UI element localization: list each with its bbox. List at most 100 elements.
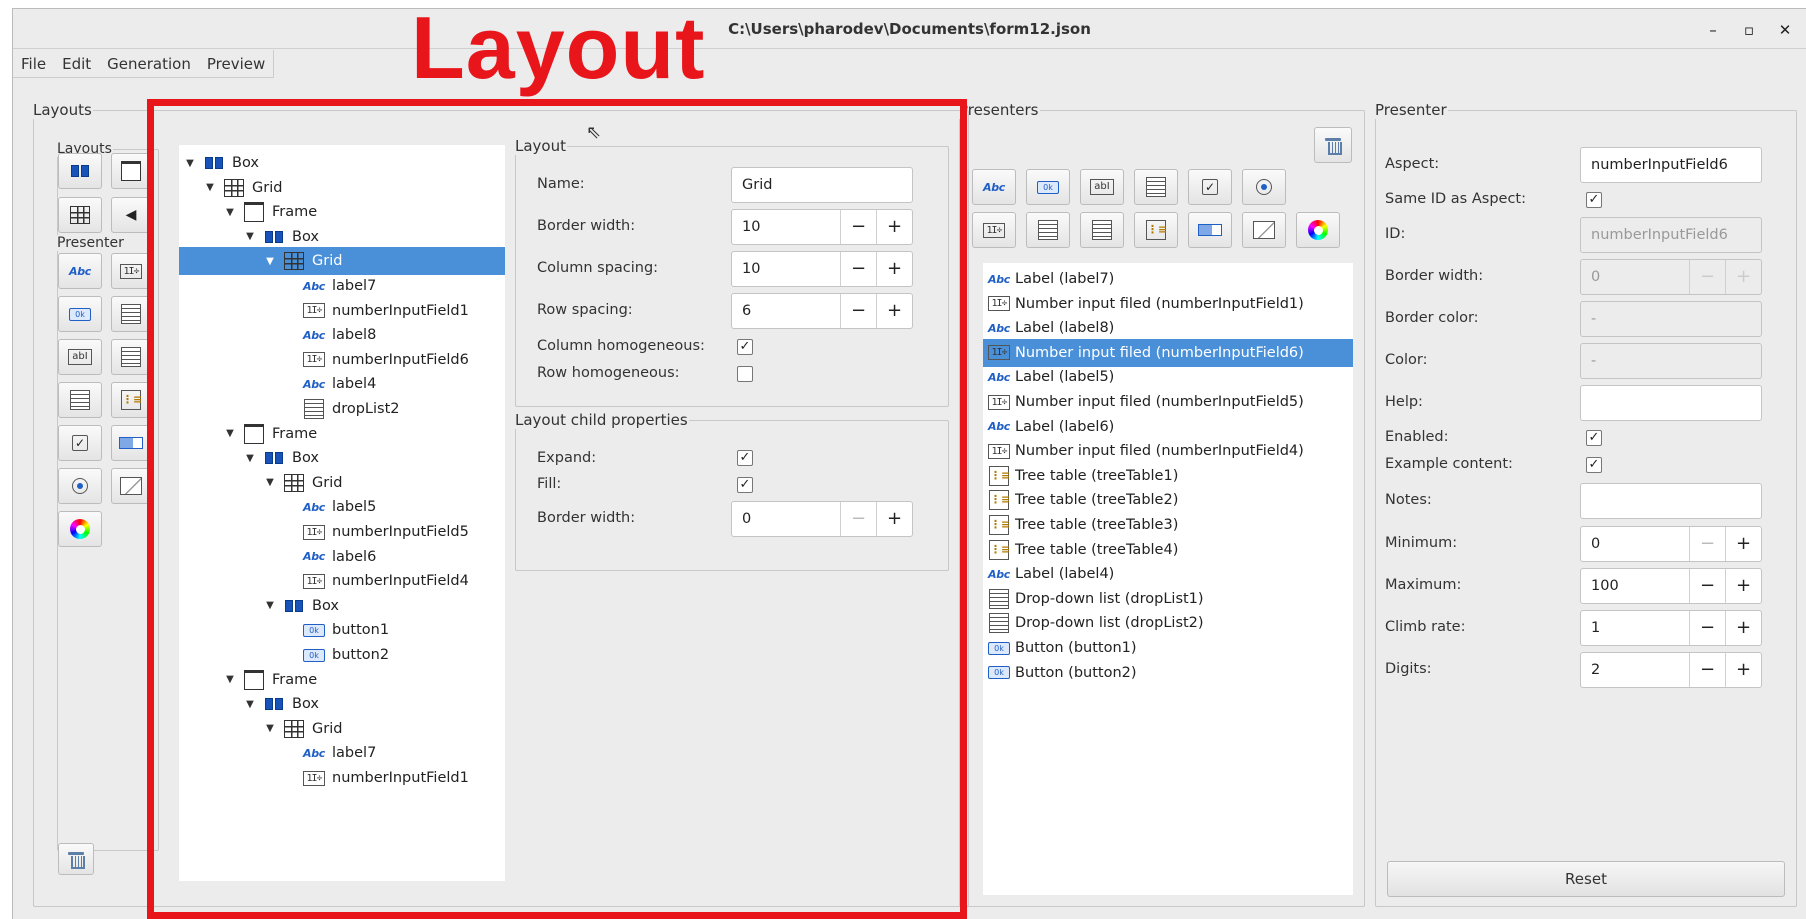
minimum-spinner[interactable]: 0− + <box>1580 526 1762 562</box>
minimize-button[interactable]: – <box>1703 20 1723 40</box>
add-color-picker-button[interactable] <box>1296 212 1340 248</box>
minimum-value[interactable]: 0 <box>1581 527 1689 561</box>
increment-button[interactable]: + <box>876 502 912 536</box>
add-text-input-button[interactable]: abI <box>1080 169 1124 205</box>
add-radio-button[interactable] <box>1242 169 1286 205</box>
add-text-editor-button[interactable] <box>111 339 151 375</box>
add-button-button[interactable]: 0k <box>1026 169 1070 205</box>
expander-icon[interactable]: ▼ <box>223 428 237 439</box>
expander-icon[interactable]: ▼ <box>263 477 277 488</box>
expander-icon[interactable]: ▼ <box>243 699 257 710</box>
expander-icon[interactable]: ▼ <box>183 158 197 169</box>
increment-button[interactable]: + <box>1725 653 1761 687</box>
increment-button[interactable]: + <box>876 252 912 286</box>
decrement-button[interactable]: − <box>840 210 876 244</box>
border-width-spinner[interactable]: 10− + <box>731 209 913 245</box>
decrement-button[interactable]: − <box>1689 260 1725 294</box>
reset-button[interactable]: Reset <box>1387 861 1785 897</box>
border-color-field[interactable]: - <box>1580 301 1762 337</box>
expander-icon[interactable]: ▼ <box>263 600 277 611</box>
expander-icon[interactable]: ▼ <box>243 231 257 242</box>
row-spacing-value[interactable]: 6 <box>732 294 840 328</box>
child-border-width-value[interactable]: 0 <box>732 502 840 536</box>
presenter-border-width-value[interactable]: 0 <box>1581 260 1689 294</box>
example-content-checkbox[interactable]: ✓ <box>1586 457 1602 473</box>
digits-spinner[interactable]: 2− + <box>1580 652 1762 688</box>
digits-value[interactable]: 2 <box>1581 653 1689 687</box>
add-image-button[interactable] <box>111 468 151 504</box>
column-spacing-spinner[interactable]: 10− + <box>731 251 913 287</box>
decrement-button[interactable]: − <box>840 502 876 536</box>
column-spacing-value[interactable]: 10 <box>732 252 840 286</box>
expander-icon[interactable]: ▼ <box>223 207 237 218</box>
expander-icon[interactable]: ▼ <box>263 256 277 267</box>
add-progress-button[interactable] <box>1188 212 1232 248</box>
decrement-button[interactable]: − <box>840 252 876 286</box>
maximum-spinner[interactable]: 100− + <box>1580 568 1762 604</box>
add-radio-button[interactable] <box>58 468 102 504</box>
add-text-area-button[interactable] <box>111 296 151 332</box>
decrement-button[interactable]: − <box>1689 653 1725 687</box>
menu-generation[interactable]: Generation <box>99 50 199 78</box>
climb-rate-value[interactable]: 1 <box>1581 611 1689 645</box>
add-drop-list-button[interactable] <box>58 382 102 418</box>
increment-button[interactable]: + <box>1725 611 1761 645</box>
climb-rate-spinner[interactable]: 1− + <box>1580 610 1762 646</box>
increment-button[interactable]: + <box>876 294 912 328</box>
decrement-button[interactable]: − <box>1689 569 1725 603</box>
name-field[interactable]: Grid <box>731 167 913 203</box>
notes-field[interactable] <box>1580 483 1762 519</box>
add-tree-table-button[interactable]: ⋮≡ <box>111 382 151 418</box>
decrement-button[interactable]: − <box>1689 527 1725 561</box>
add-drop-list-button[interactable] <box>1134 169 1178 205</box>
decrement-button[interactable]: − <box>1689 611 1725 645</box>
id-field[interactable]: numberInputField6 <box>1580 217 1762 253</box>
presenters-list[interactable]: Abc Label (label7) 1I÷ Number input filed (… <box>983 263 1353 895</box>
increment-button[interactable]: + <box>1725 527 1761 561</box>
add-text-area-button[interactable] <box>1026 212 1070 248</box>
add-tree-table-button[interactable]: ⋮≡ <box>1134 212 1178 248</box>
close-button[interactable]: ✕ <box>1775 20 1795 40</box>
add-box-button[interactable] <box>58 153 102 189</box>
expander-icon[interactable]: ▼ <box>243 453 257 464</box>
expand-checkbox[interactable]: ✓ <box>737 450 753 466</box>
maximum-value[interactable]: 100 <box>1581 569 1689 603</box>
add-text-editor-button[interactable] <box>1080 212 1124 248</box>
add-text-input-button[interactable]: abI <box>58 339 102 375</box>
add-label-button[interactable]: Abc <box>972 169 1016 205</box>
column-homogeneous-checkbox[interactable]: ✓ <box>737 339 753 355</box>
enabled-checkbox[interactable]: ✓ <box>1586 430 1602 446</box>
row-homogeneous-checkbox[interactable] <box>737 366 753 382</box>
menu-edit[interactable]: Edit <box>54 50 99 78</box>
expander-icon[interactable]: ▼ <box>203 182 217 193</box>
presenter-border-width-spinner[interactable]: 0− + <box>1580 259 1762 295</box>
add-paned-button[interactable]: ◀ <box>111 197 151 233</box>
increment-button[interactable]: + <box>1725 260 1761 294</box>
help-field[interactable] <box>1580 385 1762 421</box>
add-label-button[interactable]: Abc <box>58 253 102 289</box>
add-grid-button[interactable] <box>58 197 102 233</box>
expander-icon[interactable]: ▼ <box>263 723 277 734</box>
menu-preview[interactable]: Preview <box>199 50 273 78</box>
aspect-field[interactable]: numberInputField6 <box>1580 147 1762 183</box>
add-progress-button[interactable] <box>111 425 151 461</box>
add-checkbox-button[interactable]: ✓ <box>58 425 102 461</box>
add-number-input-button[interactable]: 1I÷ <box>972 212 1016 248</box>
tree-node[interactable]: 1I÷ numberInputField1 <box>179 764 505 792</box>
fill-checkbox[interactable]: ✓ <box>737 477 753 493</box>
color-field[interactable]: - <box>1580 343 1762 379</box>
delete-presenter-button[interactable] <box>1314 127 1352 163</box>
add-frame-button[interactable] <box>111 153 151 189</box>
layout-tree[interactable]: ▼ Box ▼ Grid ▼ Frame ▼ Box ▼ Grid Abc label7 1I÷ numb… <box>179 145 505 881</box>
menu-file[interactable]: File <box>13 50 54 78</box>
add-image-button[interactable] <box>1242 212 1286 248</box>
add-checkbox-button[interactable]: ✓ <box>1188 169 1232 205</box>
add-number-input-button[interactable]: 1I÷ <box>111 253 151 289</box>
child-border-width-spinner[interactable]: 0− + <box>731 501 913 537</box>
same-id-checkbox[interactable]: ✓ <box>1586 192 1602 208</box>
increment-button[interactable]: + <box>1725 569 1761 603</box>
presenter-list-item[interactable]: 0k Button (button2) <box>983 659 1353 687</box>
delete-layout-button[interactable] <box>58 843 94 875</box>
decrement-button[interactable]: − <box>840 294 876 328</box>
increment-button[interactable]: + <box>876 210 912 244</box>
